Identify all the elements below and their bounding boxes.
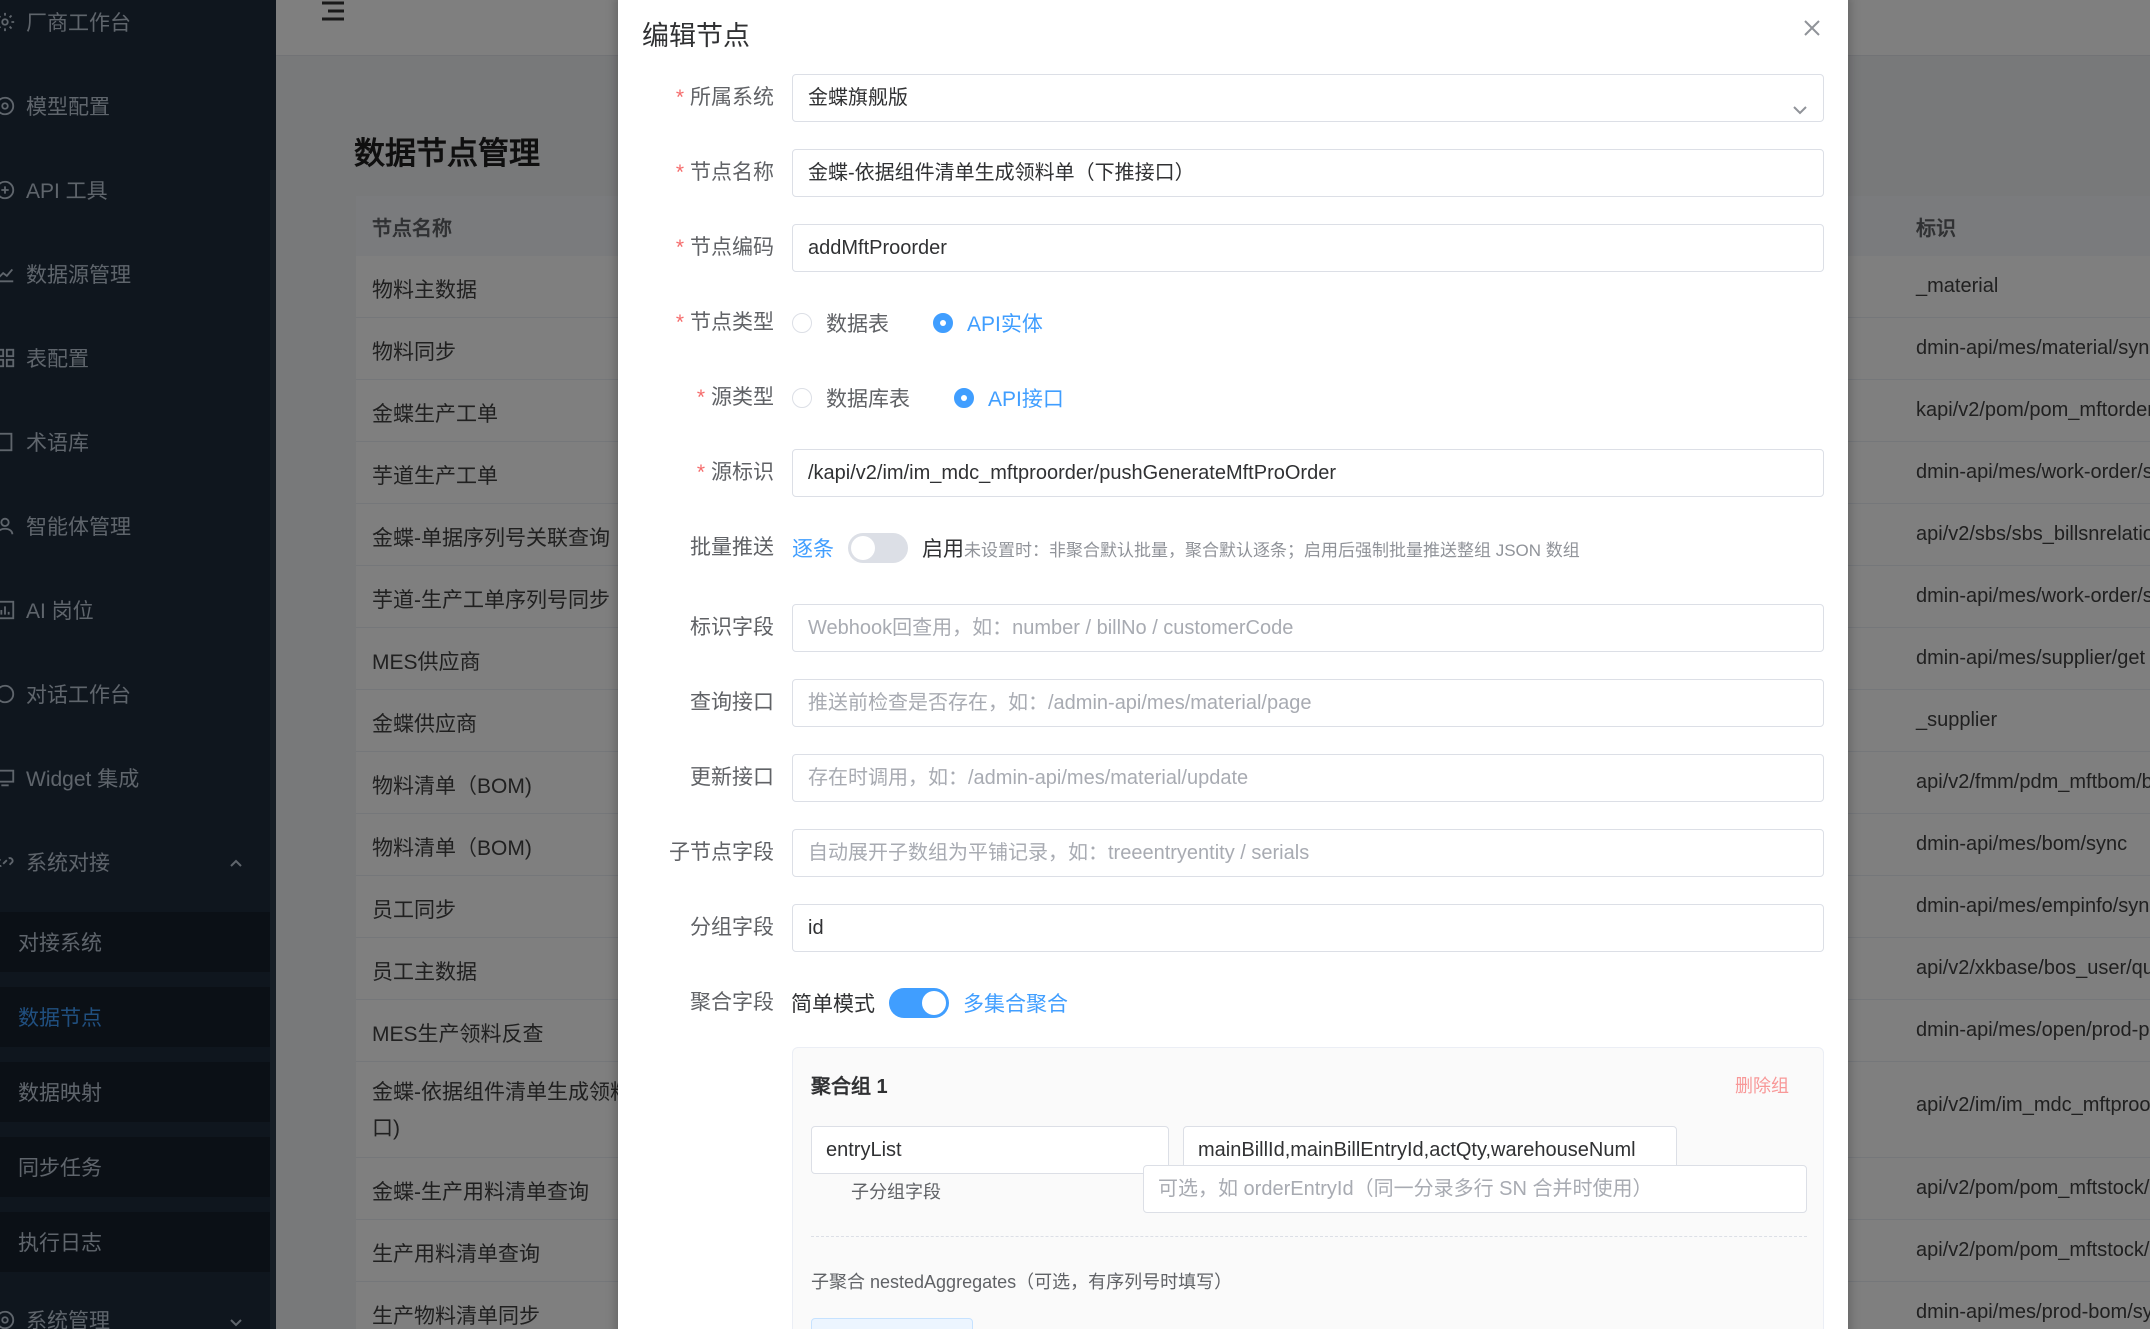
batch-push-label: 批量推送 (690, 536, 774, 559)
radio-datatable[interactable]: 数据表 (792, 308, 889, 338)
nested-aggregates-label: 子聚合 nestedAggregates（可选，有序列号时填写） (811, 1272, 1233, 1292)
radio-db-table[interactable]: 数据库表 (792, 383, 910, 413)
radio-api-interface[interactable]: API接口 (954, 383, 1064, 413)
child-field-input[interactable]: 自动展开子数组为平铺记录，如：treeentryentity / serials (792, 829, 1824, 877)
id-field-input[interactable]: Webhook回查用，如：number / billNo / customerC… (792, 604, 1824, 652)
batch-push-row: 逐条 启用 未设置时：非聚合默认批量，聚合默认逐条；启用后强制批量推送整组 JS… (792, 524, 1580, 572)
id-field-label: 标识字段 (690, 616, 774, 639)
batch-off-label: 逐条 (792, 538, 834, 561)
chevron-down-icon (1791, 90, 1809, 115)
sub-group-input[interactable]: 可选，如 orderEntryId（同一分录多行 SN 合并时使用） (1143, 1165, 1807, 1213)
divider (811, 1236, 1807, 1237)
source-id-input[interactable]: /kapi/v2/im/im_mdc_mftproorder/pushGener… (792, 449, 1824, 497)
close-icon[interactable] (1802, 18, 1822, 38)
agg-mode-switch[interactable] (889, 988, 949, 1018)
query-api-input[interactable]: 推送前检查是否存在，如：/admin-api/mes/material/page (792, 679, 1824, 727)
update-api-label: 更新接口 (690, 766, 774, 789)
batch-push-switch[interactable] (848, 533, 908, 563)
sub-group-label: 子分组字段 (851, 1182, 941, 1202)
update-api-input[interactable]: 存在时调用，如：/admin-api/mes/material/update (792, 754, 1824, 802)
node-code-label: * 节点编码 (675, 236, 774, 259)
group-field-input[interactable]: id (792, 904, 1824, 952)
agg-simple-label: 简单模式 (791, 993, 875, 1016)
node-name-input[interactable]: 金蝶-依据组件清单生成领料单（下推接口） (792, 149, 1824, 197)
node-code-input[interactable]: addMftProorder (792, 224, 1824, 272)
system-select[interactable]: 金蝶旗舰版 (792, 74, 1824, 122)
dialog-title: 编辑节点 (642, 21, 750, 51)
radio-circle-selected (933, 313, 953, 333)
query-api-label: 查询接口 (690, 691, 774, 714)
system-label: * 所属系统 (675, 86, 774, 109)
node-name-label: * 节点名称 (675, 161, 774, 184)
edit-node-dialog: 编辑节点 * 所属系统 金蝶旗舰版 * 节点名称 金蝶-依据组件清单生成领料单（下推… (618, 0, 1848, 1329)
child-field-label: 子节点字段 (669, 841, 774, 864)
source-type-label: * 源类型 (696, 386, 774, 409)
radio-circle (792, 313, 812, 333)
delete-group-button[interactable]: 删除组 (1735, 1072, 1789, 1098)
agg-field-label: 聚合字段 (690, 991, 774, 1014)
radio-api-entity[interactable]: API实体 (933, 308, 1043, 338)
node-type-radio-group: 数据表 API实体 (792, 299, 1087, 347)
source-id-label: * 源标识 (696, 461, 774, 484)
agg-key-input[interactable]: entryList (811, 1126, 1169, 1174)
add-nested-aggregate-button[interactable] (811, 1318, 973, 1329)
batch-on-label: 启用 (922, 538, 964, 561)
agg-group-title: 聚合组 1 (811, 1076, 888, 1098)
source-type-radio-group: 数据库表 API接口 (792, 374, 1108, 422)
agg-multi-label: 多集合聚合 (963, 993, 1068, 1016)
node-type-label: * 节点类型 (675, 311, 774, 334)
aggregate-group-card: 聚合组 1 删除组 entryList mainBillId,mainBillE… (792, 1047, 1824, 1329)
radio-circle (792, 388, 812, 408)
radio-circle-selected (954, 388, 974, 408)
batch-hint: 未设置时：非聚合默认批量，聚合默认逐条；启用后强制批量推送整组 JSON 数组 (964, 540, 1580, 560)
agg-mode-row: 简单模式 多集合聚合 (791, 979, 1068, 1027)
group-field-label: 分组字段 (690, 916, 774, 939)
